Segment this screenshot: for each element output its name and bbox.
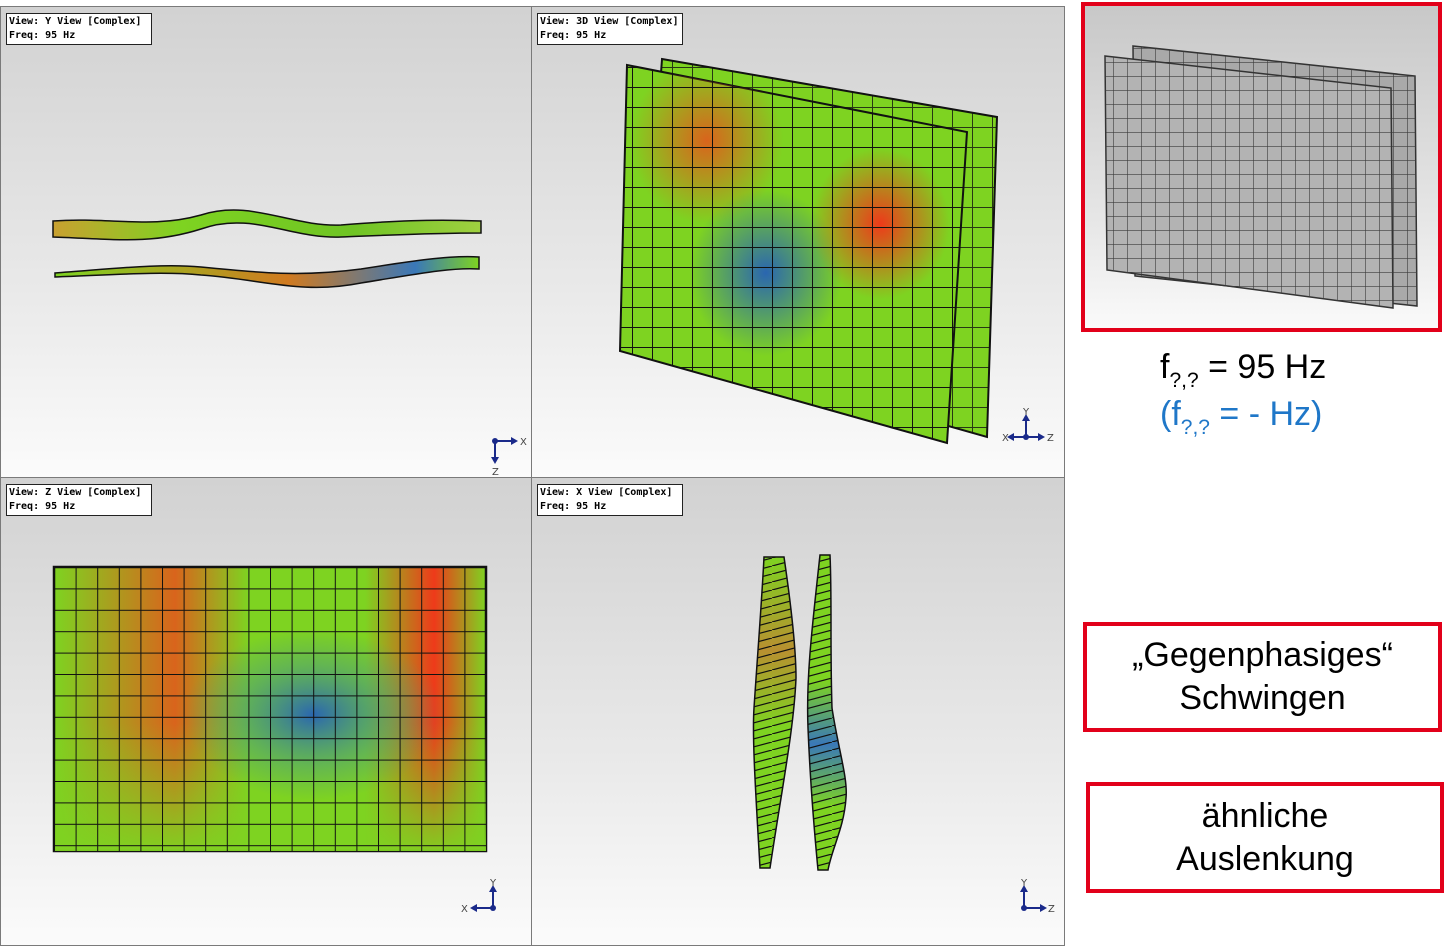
note-antiphase-vibration: „Gegenphasiges“ Schwingen [1083,622,1442,732]
viewport-z-view[interactable]: View: Z View [Complex] Freq: 95 Hz Y X [0,477,533,946]
axis-label-x: X [1002,433,1009,444]
note-line: Auslenkung [1176,839,1354,878]
viewport-y-view[interactable]: View: Y View [Complex] Freq: 95 Hz X Z [0,6,533,478]
axis-label-z: Z [1048,904,1055,915]
axis-label-y: Y [1022,407,1030,418]
axis-triad-y-view: X Z [491,437,527,477]
axis-label-z: Z [1047,433,1054,444]
y-view-plot [52,209,482,289]
alt-frequency-label: (f?,? = - Hz) [1160,395,1323,439]
axis-triad-3d-view: Y X Z [1002,407,1054,444]
note-line: Schwingen [1179,679,1346,717]
3d-view-plot [618,57,999,445]
axis-label-x: X [520,437,527,448]
z-view-plot [52,565,488,853]
viewport-3d-view[interactable]: View: 3D View [Complex] Freq: 95 Hz Y X … [531,6,1065,478]
undeformed-plates-thumbnail [1081,2,1442,332]
axis-label-z: Z [492,467,499,477]
note-line: „Gegenphasiges“ [1132,636,1393,674]
axis-triad-z-view: Y X [461,878,497,915]
viewport-x-view[interactable]: View: X View [Complex] Freq: 95 Hz Y Z [531,477,1065,946]
x-view-plot [752,554,848,871]
note-similar-deflection: ähnliche Auslenkung [1086,782,1444,893]
undeformed-plates-drawing [1104,45,1418,309]
plate-front-edge [52,209,482,241]
plate-back-edge [54,255,480,289]
axis-label-y: Y [1020,878,1028,889]
frequency-label: f?,? = 95 Hz [1160,348,1327,392]
axis-label-x: X [461,904,468,915]
axis-label-y: Y [489,878,497,889]
axis-triad-x-view: Y Z [1020,878,1055,915]
note-line: ähnliche [1201,796,1329,835]
